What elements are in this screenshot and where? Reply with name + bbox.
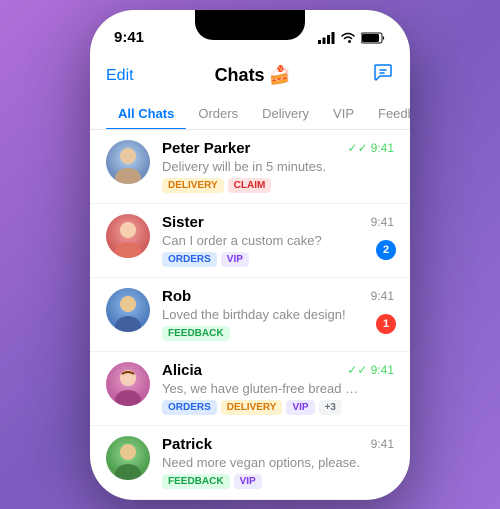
chat-item-alicia[interactable]: Alicia ✓✓ 9:41 Yes, we have gluten-free …: [90, 352, 410, 426]
chat-time-alicia: ✓✓ 9:41: [347, 363, 394, 377]
tag-delivery: DELIVERY: [162, 178, 224, 193]
avatar-patrick: [106, 436, 150, 480]
chat-name-alicia: Alicia: [162, 362, 202, 379]
tag-vip-patrick: VIP: [234, 474, 262, 489]
chat-preview-rob: Loved the birthday cake design!: [162, 307, 362, 322]
wifi-icon: [340, 32, 356, 44]
tag-vip-alicia: VIP: [286, 400, 314, 415]
tag-claim: CLAIM: [228, 178, 272, 193]
avatar-peter: [106, 140, 150, 184]
edit-button[interactable]: Edit: [106, 67, 134, 85]
chat-tags-alicia: ORDERS DELIVERY VIP +3: [162, 400, 394, 415]
avatar-alicia: [106, 362, 150, 406]
chat-content-rob: Rob 9:41 Loved the birthday cake design!…: [162, 288, 394, 341]
battery-icon: [361, 32, 386, 44]
badge-sister: 2: [376, 240, 396, 260]
chat-tags-rob: FEEDBACK: [162, 326, 394, 341]
compose-button[interactable]: [372, 62, 394, 90]
tag-feedback-patrick: FEEDBACK: [162, 474, 230, 489]
chat-item-peter[interactable]: Peter Parker ✓✓ 9:41 Delivery will be in…: [90, 130, 410, 204]
tag-vip-sister: VIP: [221, 252, 249, 267]
checkmark-peter: ✓✓: [348, 141, 368, 155]
status-icons: [318, 32, 386, 44]
chat-name-sister: Sister: [162, 214, 204, 231]
tab-delivery[interactable]: Delivery: [250, 98, 321, 129]
chat-content-sister: Sister 9:41 Can I order a custom cake? O…: [162, 214, 394, 267]
chat-tags-patrick: FEEDBACK VIP: [162, 474, 394, 489]
chat-preview-patrick: Need more vegan options, please.: [162, 455, 362, 470]
chat-preview-alicia: Yes, we have gluten-free bread available…: [162, 381, 362, 396]
tag-feedback-rob: FEEDBACK: [162, 326, 230, 341]
chat-preview-sister: Can I order a custom cake?: [162, 233, 362, 248]
chat-tags-sister: ORDERS VIP: [162, 252, 394, 267]
avatar-rob: [106, 288, 150, 332]
tag-orders-sister: ORDERS: [162, 252, 217, 267]
chat-time-sister: 9:41: [371, 215, 394, 229]
chat-list: Peter Parker ✓✓ 9:41 Delivery will be in…: [90, 130, 410, 500]
chat-item-sister[interactable]: Sister 9:41 Can I order a custom cake? O…: [90, 204, 410, 278]
tab-feedback[interactable]: Feedback: [366, 98, 410, 129]
chat-tags-peter: DELIVERY CLAIM: [162, 178, 394, 193]
chat-name-rob: Rob: [162, 288, 191, 305]
chat-name-peter: Peter Parker: [162, 140, 250, 157]
chat-item-patrick[interactable]: Patrick 9:41 Need more vegan options, pl…: [90, 426, 410, 500]
chat-preview-peter: Delivery will be in 5 minutes.: [162, 159, 362, 174]
chat-time-rob: 9:41: [371, 289, 394, 303]
chat-content-alicia: Alicia ✓✓ 9:41 Yes, we have gluten-free …: [162, 362, 394, 415]
chat-content-peter: Peter Parker ✓✓ 9:41 Delivery will be in…: [162, 140, 394, 193]
tab-vip[interactable]: VIP: [321, 98, 366, 129]
chat-name-patrick: Patrick: [162, 436, 212, 453]
tag-orders-alicia: ORDERS: [162, 400, 217, 415]
tag-delivery-alicia: DELIVERY: [221, 400, 283, 415]
tab-orders[interactable]: Orders: [186, 98, 250, 129]
status-time: 9:41: [114, 29, 144, 46]
page-title: Chats 🍰: [215, 65, 291, 86]
tag-more-alicia: +3: [319, 400, 342, 415]
tabs-bar: All Chats Orders Delivery VIP Feedback E: [90, 98, 410, 130]
chat-time-patrick: 9:41: [371, 437, 394, 451]
app-header: Edit Chats 🍰: [90, 54, 410, 98]
chat-time-peter: ✓✓ 9:41: [348, 141, 394, 155]
avatar-sister: [106, 214, 150, 258]
signal-icon: [318, 32, 335, 44]
phone-frame: 9:41: [90, 10, 410, 500]
chat-content-patrick: Patrick 9:41 Need more vegan options, pl…: [162, 436, 394, 489]
notch: [195, 10, 305, 40]
badge-rob: 1: [376, 314, 396, 334]
tab-all-chats[interactable]: All Chats: [106, 98, 186, 129]
chat-item-rob[interactable]: Rob 9:41 Loved the birthday cake design!…: [90, 278, 410, 352]
